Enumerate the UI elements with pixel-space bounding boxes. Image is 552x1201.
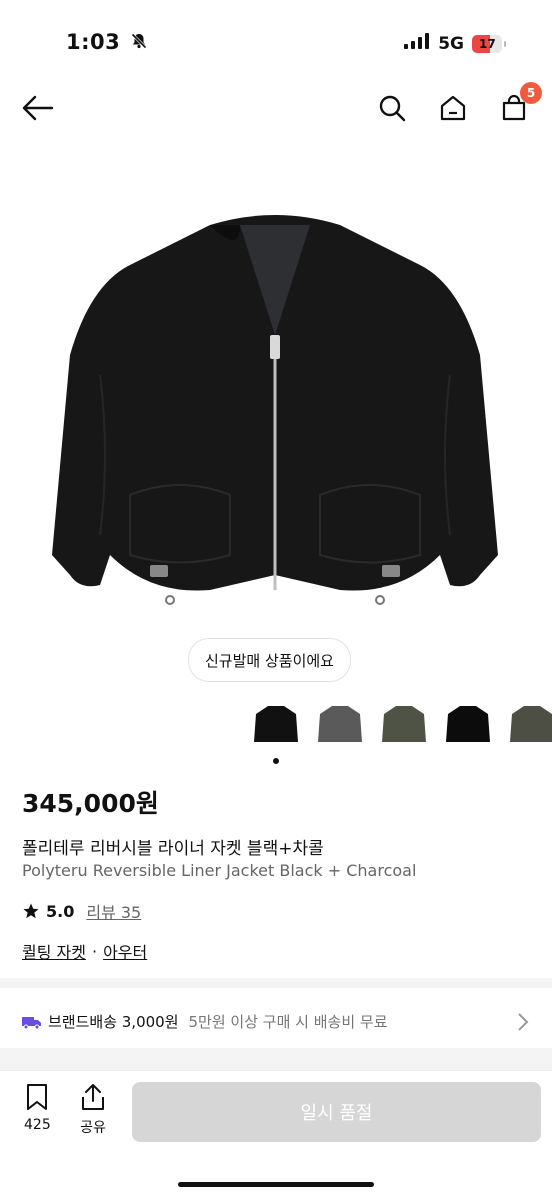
bookmark-button[interactable]: 425: [24, 1083, 51, 1133]
thumbnail[interactable]: [442, 701, 494, 747]
category-breadcrumb: 퀼팅 자켓 · 아우터: [22, 939, 147, 963]
shipping-info[interactable]: 브랜드배송 3,000원 5만원 이상 구매 시 배송비 무료: [22, 1011, 388, 1032]
thumbnail[interactable]: [378, 701, 430, 747]
reviews-link[interactable]: 리뷰 35: [86, 899, 141, 923]
status-time: 1:03: [66, 30, 148, 55]
battery-icon: 17: [472, 34, 502, 53]
carousel-indicator: [273, 758, 279, 764]
arrow-left-icon: [22, 95, 54, 121]
color-thumbnails: [250, 701, 552, 747]
soldout-button[interactable]: 일시 품절: [132, 1082, 541, 1142]
bookmark-icon: [27, 1084, 48, 1110]
rating-row: 5.0 리뷰 35: [22, 899, 141, 923]
silent-bell-icon: [130, 31, 148, 55]
signal-icon: [404, 33, 430, 54]
network-label: 5G: [438, 33, 464, 54]
product-title-korean: 폴리테루 리버시블 라이너 자켓 블랙+차콜: [22, 839, 324, 859]
back-button[interactable]: [18, 88, 58, 128]
product-price: 345,000원: [22, 789, 159, 818]
category-separator: ·: [91, 941, 98, 961]
thumbnail[interactable]: [506, 701, 552, 747]
thumbnail[interactable]: [250, 701, 302, 747]
new-release-badge: 신규발매 상품이에요: [188, 638, 351, 682]
chevron-right-icon[interactable]: [516, 1012, 530, 1036]
home-button[interactable]: [433, 88, 473, 128]
section-divider: [0, 978, 552, 988]
product-title-english: Polyteru Reversible Liner Jacket Black +…: [22, 861, 417, 880]
star-icon: [23, 903, 39, 919]
category-link[interactable]: 퀼팅 자켓: [22, 939, 86, 963]
product-image[interactable]: [40, 195, 510, 615]
free-shipping-condition: 5만원 이상 구매 시 배송비 무료: [188, 1013, 388, 1031]
cart-button[interactable]: 5: [494, 82, 542, 128]
share-icon: [82, 1084, 104, 1110]
search-icon: [379, 95, 406, 122]
bookmark-count: 425: [24, 1117, 51, 1133]
share-label: 공유: [80, 1120, 106, 1136]
shipping-fee: 브랜드배송 3,000원: [48, 1013, 179, 1031]
home-icon: [440, 95, 466, 121]
search-button[interactable]: [372, 88, 412, 128]
share-button[interactable]: 공유: [80, 1083, 106, 1137]
home-indicator: [178, 1182, 374, 1187]
truck-icon: [22, 1016, 41, 1029]
parent-category-link[interactable]: 아우터: [103, 939, 147, 963]
rating-score: 5.0: [46, 901, 75, 921]
status-indicators: 5G 17: [404, 33, 506, 54]
cart-count-badge: 5: [520, 82, 542, 104]
thumbnail[interactable]: [314, 701, 366, 747]
